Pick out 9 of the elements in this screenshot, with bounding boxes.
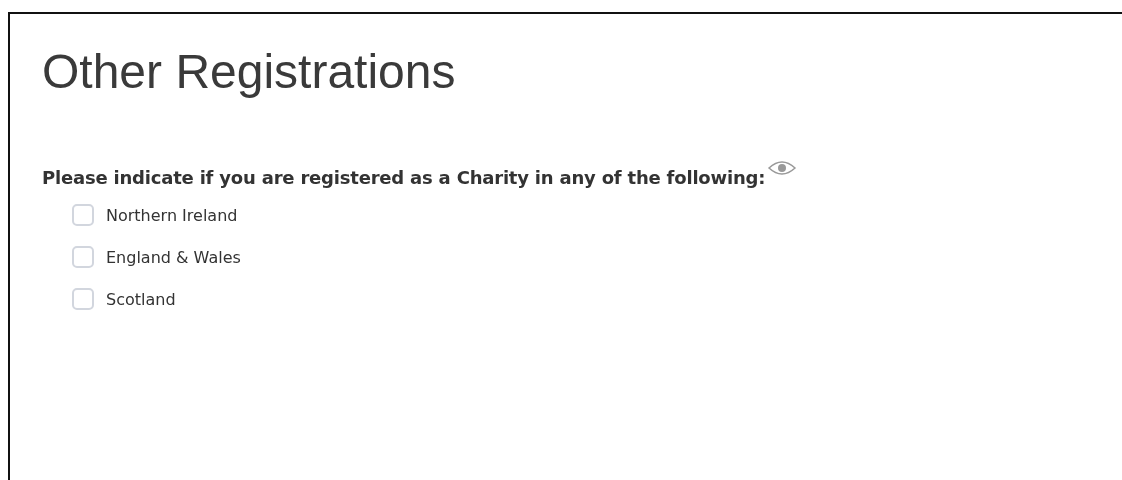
checkbox[interactable] xyxy=(72,288,94,310)
checkbox[interactable] xyxy=(72,204,94,226)
checkbox-label: England & Wales xyxy=(106,247,241,267)
checkbox-label: Northern Ireland xyxy=(106,205,238,225)
checkbox[interactable] xyxy=(72,246,94,268)
checkbox-label: Scotland xyxy=(106,289,176,309)
section-heading: Other Registrations xyxy=(42,44,456,99)
question-text: Please indicate if you are registered as a Charity in any of the following: xyxy=(42,167,766,188)
eye-icon[interactable] xyxy=(767,159,798,177)
